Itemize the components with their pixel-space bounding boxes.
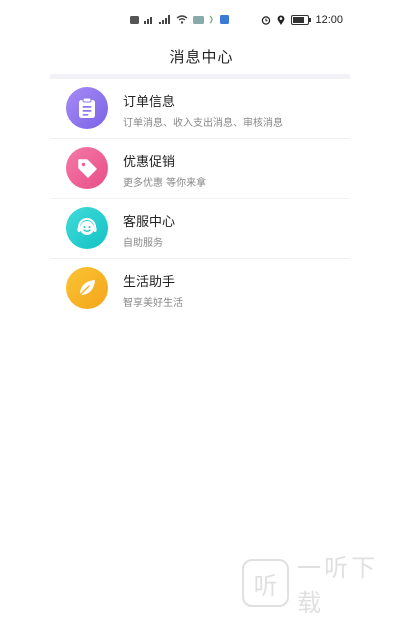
app-badge-icon: [220, 15, 229, 24]
battery-icon: [291, 15, 312, 25]
status-bar: 12:00: [0, 0, 403, 40]
message-list: 订单信息 订单消息、收入支出消息、审核消息 优惠促销 更多优惠 等你来拿 客服中: [50, 79, 350, 318]
item-title: 订单信息: [123, 95, 176, 110]
alarm-icon: [262, 16, 271, 25]
data-badge-icon: [193, 15, 204, 24]
leaf-icon: [66, 267, 108, 309]
list-item-life-assistant[interactable]: 生活助手 智享美好生活: [50, 259, 350, 318]
item-subtitle: 更多优惠 等你来拿: [123, 178, 207, 189]
item-subtitle: 自助服务: [123, 238, 163, 249]
wifi-icon: [176, 15, 188, 24]
location-icon: [278, 15, 285, 25]
item-subtitle: 订单消息、收入支出消息、审核消息: [123, 118, 283, 129]
watermark: 听 一听下载: [242, 548, 403, 618]
item-title: 客服中心: [123, 215, 176, 230]
signal-bars-icon: [159, 15, 170, 24]
page-title: 消息中心: [169, 48, 234, 66]
status-right-icons: 12:00: [261, 14, 343, 26]
item-subtitle: 智享美好生活: [123, 298, 183, 309]
watermark-text: 一听下载: [297, 554, 379, 617]
list-item-promotions[interactable]: 优惠促销 更多优惠 等你来拿: [50, 139, 350, 199]
list-item-customer-service[interactable]: 客服中心 自助服务: [50, 199, 350, 259]
list-item-orders[interactable]: 订单信息 订单消息、收入支出消息、审核消息: [50, 79, 350, 139]
item-title: 优惠促销: [123, 155, 176, 170]
sim-badge-icon: [130, 15, 139, 24]
nfc-icon: [209, 15, 213, 24]
status-time: 12:00: [315, 14, 343, 26]
signal-4g-icon: [144, 17, 152, 24]
status-left-icons: [130, 15, 229, 24]
tag-icon: [66, 147, 108, 189]
item-title: 生活助手: [123, 275, 176, 290]
watermark-logo: 听: [242, 559, 290, 607]
headset-icon: [66, 207, 108, 249]
clipboard-icon: [66, 87, 108, 129]
